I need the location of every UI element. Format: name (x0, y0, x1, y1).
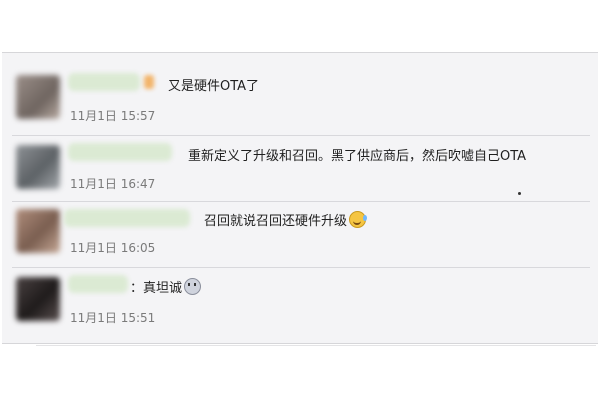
comment-text: 重新定义了升级和召回。黑了供应商后，然后吹嘘自己OTA (188, 149, 527, 164)
avatar[interactable] (16, 277, 60, 321)
comment-text: ：真坦诚 (130, 277, 202, 296)
speechless-face-emoji-icon (184, 278, 202, 295)
comment-list: 又是硬件OTA了 11月1日 15:57 重新定义了升级和召回。黑了供应商后，然… (2, 52, 598, 344)
comment-timestamp: 11月1日 15:51 (70, 311, 156, 325)
avatar[interactable] (16, 209, 60, 253)
comment-text-content: ：真坦诚 (130, 281, 183, 296)
user-badge-icon (144, 75, 154, 89)
divider (36, 345, 596, 346)
comment-item: ：真坦诚 11月1日 15:51 (2, 267, 598, 333)
comment-item: 又是硬件OTA了 11月1日 15:57 (2, 65, 598, 131)
username-blurred[interactable] (68, 275, 128, 293)
avatar[interactable] (16, 75, 60, 119)
comment-text: 又是硬件OTA了 (168, 79, 260, 94)
divider (12, 135, 590, 136)
comment-text-content: 召回就说召回还硬件升级 (204, 214, 348, 229)
comment-timestamp: 11月1日 16:47 (70, 177, 156, 191)
comment-item: 召回就说召回还硬件升级 11月1日 16:05 (2, 201, 598, 267)
username-blurred[interactable] (68, 73, 140, 91)
avatar[interactable] (16, 145, 60, 189)
stray-dot (518, 192, 521, 195)
comment-text: 召回就说召回还硬件升级 (204, 210, 368, 229)
comment-timestamp: 11月1日 15:57 (70, 109, 156, 123)
username-blurred[interactable] (68, 143, 172, 161)
comment-item: 重新定义了升级和召回。黑了供应商后，然后吹嘘自己OTA 11月1日 16:47 (2, 135, 598, 201)
comment-timestamp: 11月1日 16:05 (70, 241, 156, 255)
username-blurred[interactable] (64, 209, 190, 227)
laughing-tears-emoji-icon (349, 211, 368, 228)
divider (12, 201, 590, 202)
divider (12, 267, 590, 268)
